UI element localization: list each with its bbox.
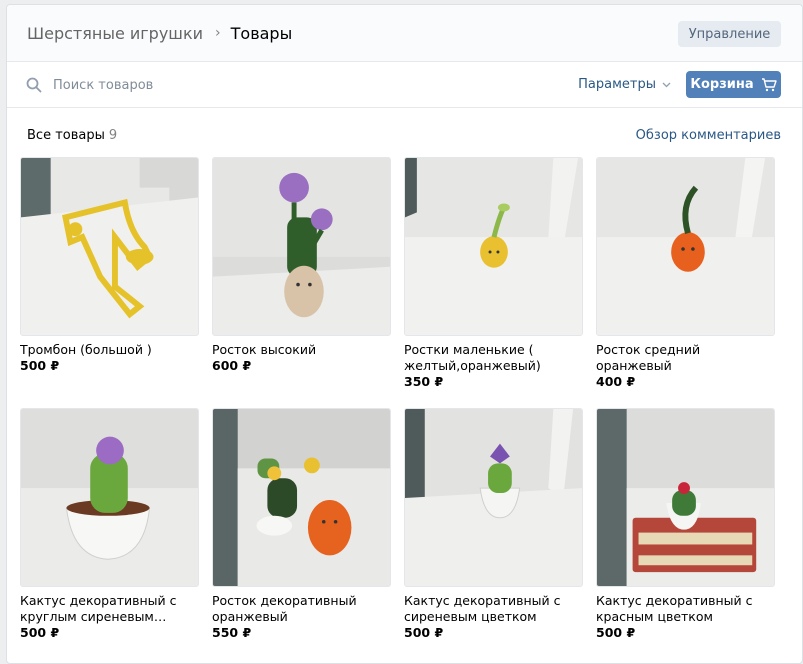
search-bar: Параметры Корзина — [7, 62, 802, 108]
search-icon — [26, 77, 42, 93]
product-title[interactable]: Росток высокий — [212, 342, 391, 358]
product-photo[interactable] — [20, 408, 199, 587]
product-card[interactable]: Росток высокий 600 ₽ — [212, 157, 391, 374]
product-title[interactable]: Росток декоративный оранжевый — [212, 593, 391, 625]
product-price: 500 ₽ — [596, 625, 636, 640]
product-title[interactable]: Росток средний оранжевый — [596, 342, 775, 374]
chevron-down-icon — [662, 82, 671, 88]
product-photo[interactable] — [20, 157, 199, 336]
product-title[interactable]: Кактус декоративный с сиреневым цветком — [404, 593, 583, 625]
product-photo[interactable] — [212, 157, 391, 336]
product-card[interactable]: Ростки маленькие ( желтый,оранжевый) 350… — [404, 157, 583, 390]
all-products-label: Все товары 9 — [27, 128, 117, 143]
product-photo[interactable] — [212, 408, 391, 587]
search-input[interactable] — [53, 74, 353, 96]
product-card[interactable]: Кактус декоративный с сиреневым цветком … — [404, 408, 583, 641]
product-card[interactable]: Тромбон (большой ) 500 ₽ — [20, 157, 199, 374]
manage-button[interactable]: Управление — [678, 21, 781, 47]
product-price: 600 ₽ — [212, 358, 252, 373]
breadcrumb-separator: › — [215, 25, 221, 41]
subheader: Все товары 9 Обзор комментариев — [7, 108, 802, 163]
product-price: 500 ₽ — [404, 625, 444, 640]
product-price: 550 ₽ — [212, 625, 252, 640]
product-photo[interactable] — [404, 157, 583, 336]
products-count: 9 — [108, 128, 118, 143]
product-photo[interactable] — [596, 157, 775, 336]
header: Шерстяные игрушки › Товары Управление — [7, 5, 802, 62]
product-price: 500 ₽ — [20, 358, 60, 373]
product-title[interactable]: Кактус декоративный с круглым сиреневым… — [20, 593, 199, 625]
reviews-link[interactable]: Обзор комментариев — [636, 128, 781, 143]
product-title[interactable]: Ростки маленькие ( желтый,оранжевый) — [404, 342, 583, 374]
product-photo[interactable] — [404, 408, 583, 587]
product-photo[interactable] — [596, 408, 775, 587]
product-price: 500 ₽ — [20, 625, 60, 640]
params-dropdown[interactable]: Параметры — [578, 77, 671, 92]
product-title[interactable]: Тромбон (большой ) — [20, 342, 199, 358]
product-card[interactable]: Росток декоративный оранжевый 550 ₽ — [212, 408, 391, 641]
cart-icon — [761, 77, 777, 91]
product-price: 350 ₽ — [404, 374, 444, 389]
page-title: Товары — [230, 23, 293, 43]
cart-label: Корзина — [690, 77, 754, 92]
cart-button[interactable]: Корзина — [686, 71, 781, 98]
product-title[interactable]: Кактус декоративный с красным цветком — [596, 593, 775, 625]
product-card[interactable]: Росток средний оранжевый 400 ₽ — [596, 157, 775, 390]
product-card[interactable]: Кактус декоративный с красным цветком 50… — [596, 408, 775, 641]
product-price: 400 ₽ — [596, 374, 636, 389]
params-label: Параметры — [578, 77, 656, 92]
product-card[interactable]: Кактус декоративный с круглым сиреневым…… — [20, 408, 199, 641]
breadcrumb-group-link[interactable]: Шерстяные игрушки — [27, 24, 203, 43]
all-products-text: Все товары — [27, 128, 105, 143]
